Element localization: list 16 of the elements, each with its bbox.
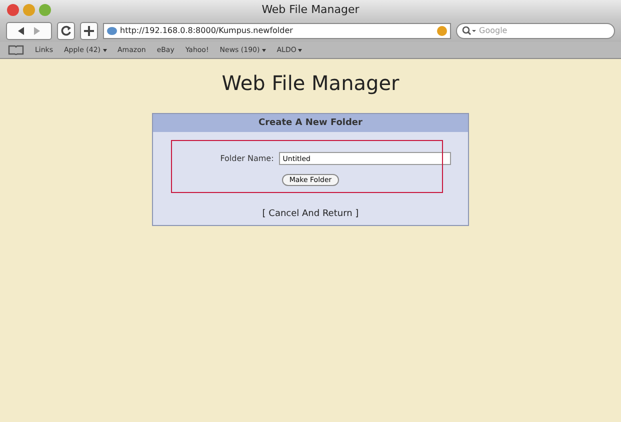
field-label: Folder Name: <box>220 154 274 163</box>
globe-icon <box>107 26 117 34</box>
page-heading: Web File Manager <box>222 71 400 95</box>
reload-icon <box>60 24 72 36</box>
reload-button[interactable] <box>57 22 75 40</box>
window-title: Web File Manager <box>262 3 360 16</box>
add-bookmark-button[interactable] <box>80 22 98 40</box>
plus-icon <box>83 24 95 36</box>
bookmarks-icon[interactable] <box>8 45 24 55</box>
panel-header: Create A New Folder <box>153 114 468 132</box>
back-forward-buttons[interactable] <box>6 22 52 40</box>
search-icon <box>462 26 476 36</box>
snapback-icon <box>437 26 447 36</box>
cancel-link[interactable]: [ Cancel And Return ] <box>262 209 359 219</box>
window-control-button[interactable] <box>7 4 19 16</box>
address-field[interactable]: http://192.168.0.8:8000/Kumpus.newfolder <box>103 22 451 38</box>
